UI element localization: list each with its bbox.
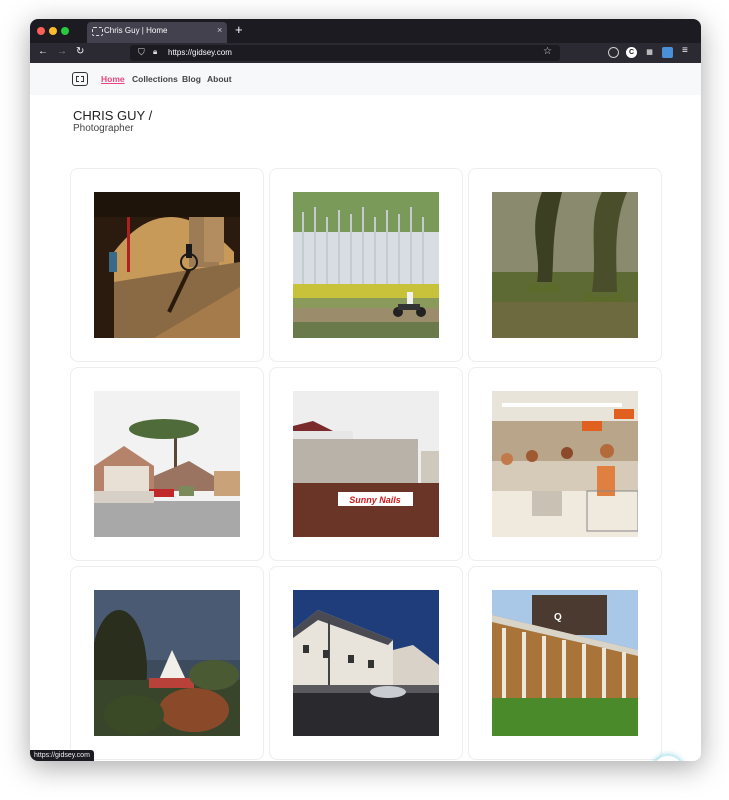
extension-c-icon[interactable]: C (626, 47, 637, 58)
tab-title: Chris Guy | Home (104, 26, 168, 35)
extension-blue-icon[interactable] (662, 47, 673, 58)
nav-about[interactable]: About (207, 74, 232, 84)
url-text[interactable]: https://gidsey.com (168, 48, 232, 57)
forward-arrow-icon[interactable]: → (57, 46, 67, 57)
address-bar[interactable]: ⛉ 🔒︎ https://gidsey.com ☆ (130, 45, 560, 61)
browser-window: Chris Guy | Home × + ← → ↻ ⛉ 🔒︎ https://… (30, 19, 701, 761)
extension-grid-icon[interactable]: ▦ (644, 47, 655, 58)
feather-icon (653, 756, 683, 761)
close-window-button[interactable] (37, 27, 45, 35)
new-tab-button[interactable]: + (235, 22, 243, 37)
browser-toolbar: ← → ↻ ⛉ 🔒︎ https://gidsey.com ☆ C ▦ ≡ (30, 43, 701, 63)
photo-card[interactable] (70, 566, 264, 760)
photo-thumbnail[interactable] (492, 391, 638, 537)
browser-tab[interactable]: Chris Guy | Home × (87, 22, 227, 43)
nav-home[interactable]: Home (101, 74, 125, 84)
photo-card[interactable] (468, 367, 662, 561)
photo-thumbnail[interactable] (293, 590, 439, 736)
photo-thumbnail[interactable] (492, 192, 638, 338)
building-logo: Q (554, 612, 562, 623)
pocket-icon[interactable] (608, 47, 619, 58)
site-title: CHRIS GUY / (73, 108, 153, 123)
nav-collections[interactable]: Collections (132, 74, 178, 84)
back-arrow-icon[interactable]: ← (38, 46, 48, 57)
photo-card[interactable]: Q (468, 566, 662, 760)
photo-card[interactable] (269, 168, 463, 362)
photo-thumbnail[interactable] (293, 192, 439, 338)
favicon-icon (92, 27, 103, 36)
lock-icon[interactable]: 🔒︎ (153, 47, 157, 57)
photo-thumbnail[interactable] (94, 590, 240, 736)
photo-thumbnail[interactable]: Q (492, 590, 638, 736)
shield-icon[interactable]: ⛉ (138, 47, 145, 58)
photo-thumbnail[interactable] (94, 192, 240, 338)
photo-thumbnail[interactable]: Sunny Nails (293, 391, 439, 537)
nav-blog[interactable]: Blog (182, 74, 201, 84)
camera-logo-icon[interactable] (72, 72, 88, 86)
reload-icon[interactable]: ↻ (76, 46, 84, 57)
menu-icon[interactable]: ≡ (682, 45, 688, 56)
status-bar-url: https://gidsey.com (30, 750, 94, 761)
minimize-window-button[interactable] (49, 27, 57, 35)
site-navigation: Home Collections Blog About (30, 63, 701, 95)
tab-close-button[interactable]: × (217, 25, 222, 35)
photo-card[interactable] (269, 566, 463, 760)
sunny-nails-sign: Sunny Nails (349, 495, 401, 505)
photo-thumbnail[interactable] (94, 391, 240, 537)
bookmark-star-icon[interactable]: ☆ (543, 46, 552, 57)
photo-card[interactable] (468, 168, 662, 362)
maximize-window-button[interactable] (61, 27, 69, 35)
photo-card[interactable] (70, 367, 264, 561)
web-page: Home Collections Blog About CHRIS GUY / … (30, 63, 701, 761)
tab-bar: Chris Guy | Home × + (30, 19, 701, 43)
site-subtitle: Photographer (73, 123, 134, 134)
photo-card[interactable]: Sunny Nails (269, 367, 463, 561)
feather-button[interactable] (652, 755, 684, 761)
photo-card[interactable] (70, 168, 264, 362)
